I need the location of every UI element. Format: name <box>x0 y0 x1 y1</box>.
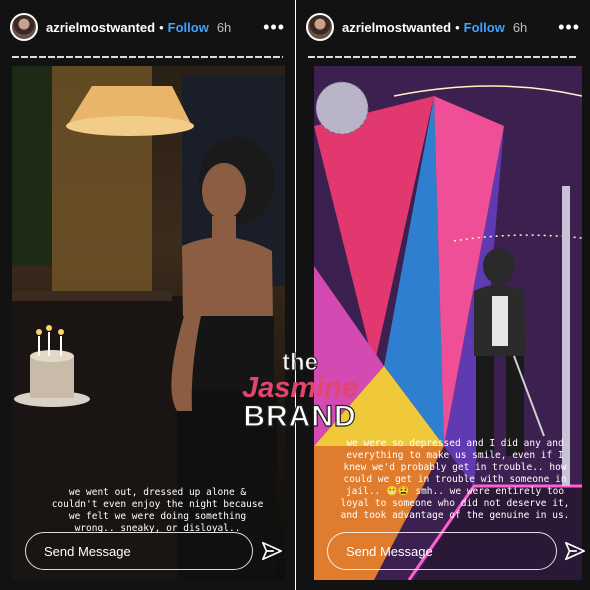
story-header: azrielmostwanted • Follow 6h ••• <box>10 10 285 44</box>
watermark-line-jasmine: Jasmine <box>241 372 359 404</box>
send-message-placeholder: Send Message <box>346 543 433 559</box>
story-header: azrielmostwanted • Follow 6h ••• <box>306 10 580 44</box>
more-options-icon[interactable]: ••• <box>558 18 580 36</box>
send-message-input[interactable]: Send Message <box>327 532 557 570</box>
caption-line: we went out, dressed up alone & <box>68 487 247 498</box>
username[interactable]: azrielmostwanted <box>46 20 155 35</box>
story-panel-right: azrielmostwanted • Follow 6h ••• we were… <box>296 0 590 590</box>
watermark-logo: the Jasmine BRAND <box>220 349 380 433</box>
follow-button[interactable]: Follow <box>168 20 209 35</box>
caption-line: we felt we were doing something <box>68 511 247 522</box>
caption-line: couldn't even enjoy the night because <box>51 499 264 510</box>
timestamp: 6h <box>512 19 528 35</box>
caption-line: jail.. 😬😫 smh.. we were entirely too <box>345 486 565 497</box>
follow-button[interactable]: Follow <box>464 20 505 35</box>
avatar[interactable] <box>10 13 38 41</box>
timestamp: 6h <box>216 19 232 35</box>
caption-line: and took advantage of the genuine in us. <box>340 510 570 521</box>
send-message-placeholder: Send Message <box>44 543 131 559</box>
caption-line: we were so depressed and I did any and <box>346 438 564 449</box>
caption-line: knew we'd probably get in trouble.. how <box>343 462 567 473</box>
separator-dot: • <box>159 19 164 35</box>
paper-plane-icon[interactable] <box>261 540 283 562</box>
story-progress-bar <box>12 56 283 58</box>
story-caption: we were so depressed and I did any and e… <box>330 438 580 522</box>
separator-dot: • <box>455 19 460 35</box>
caption-line: could we get in trouble with someone in <box>343 474 567 485</box>
username[interactable]: azrielmostwanted <box>342 20 451 35</box>
watermark-line-brand: BRAND <box>243 400 357 433</box>
caption-line: loyal to someone who did not deserve it, <box>340 498 570 509</box>
caption-line: everything to make us smile, even if I <box>346 450 564 461</box>
story-caption: we went out, dressed up alone & couldn't… <box>40 487 275 535</box>
more-options-icon[interactable]: ••• <box>263 18 285 36</box>
send-message-input[interactable]: Send Message <box>25 532 253 570</box>
watermark-line-the: the <box>282 349 319 376</box>
story-progress-bar <box>308 56 578 58</box>
story-panel-left: azrielmostwanted • Follow 6h ••• we went… <box>0 0 295 590</box>
paper-plane-icon[interactable] <box>564 540 586 562</box>
avatar[interactable] <box>306 13 334 41</box>
